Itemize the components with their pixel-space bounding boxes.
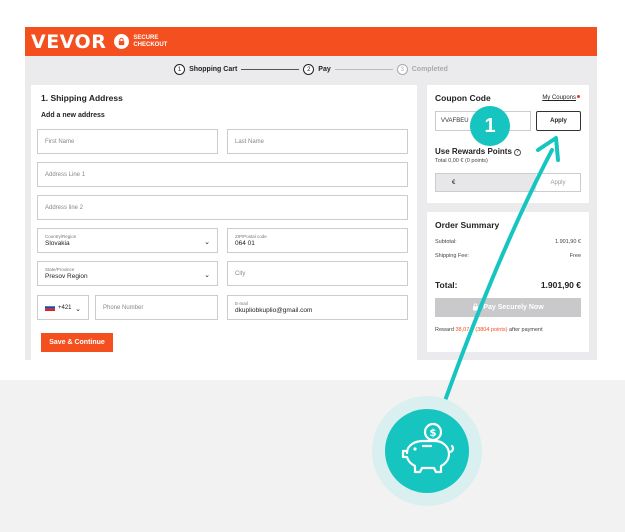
annotation-arrow bbox=[439, 136, 560, 414]
piggy-bank-badge: $ bbox=[372, 396, 482, 506]
piggy-bank-icon: $ bbox=[401, 422, 455, 474]
step-one-badge: 1 bbox=[470, 106, 510, 146]
coin-symbol: $ bbox=[430, 428, 437, 439]
